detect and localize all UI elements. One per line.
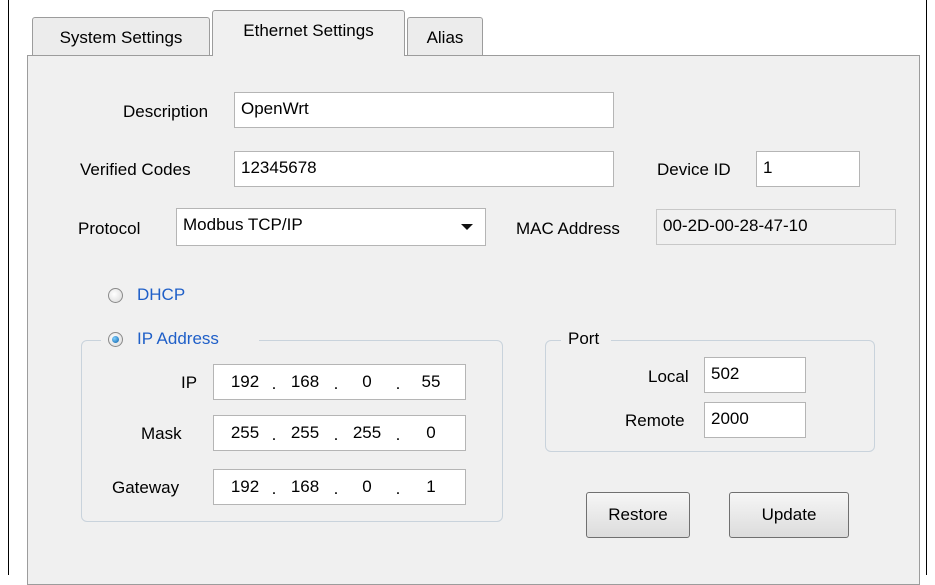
mask-octet-3[interactable]: 255 <box>344 416 390 450</box>
gateway-field[interactable]: 192 . 168 . 0 . 1 <box>213 469 466 505</box>
mac-address-field: 00-2D-00-28-47-10 <box>656 209 896 245</box>
remote-port-label: Remote <box>625 411 685 430</box>
octet-separator: . <box>271 479 277 498</box>
mask-octet-2[interactable]: 255 <box>282 416 328 450</box>
restore-button[interactable]: Restore <box>586 492 690 538</box>
mask-octet-1[interactable]: 255 <box>222 416 268 450</box>
tab-alias[interactable]: Alias <box>407 17 483 56</box>
chevron-down-icon[interactable] <box>461 224 473 230</box>
protocol-select[interactable]: Modbus TCP/IP <box>176 208 486 246</box>
ip-label: IP <box>181 373 198 392</box>
tab-system-settings[interactable]: System Settings <box>32 17 210 56</box>
tab-label: System Settings <box>59 28 183 47</box>
ip-field[interactable]: 192 . 168 . 0 . 55 <box>213 364 466 400</box>
protocol-selected-value: Modbus TCP/IP <box>183 215 303 234</box>
gateway-label: Gateway <box>112 478 180 497</box>
octet-separator: . <box>395 479 401 498</box>
gateway-octet-1[interactable]: 192 <box>222 470 268 504</box>
device-id-field[interactable]: 1 <box>756 151 860 187</box>
octet-separator: . <box>395 425 401 444</box>
mask-field[interactable]: 255 . 255 . 255 . 0 <box>213 415 466 451</box>
local-port-label: Local <box>648 367 689 386</box>
remote-port-field[interactable]: 2000 <box>704 402 806 438</box>
dhcp-radio[interactable] <box>108 288 123 303</box>
octet-separator: . <box>271 374 277 393</box>
description-field[interactable]: OpenWrt <box>234 92 614 128</box>
ip-octet-4[interactable]: 55 <box>406 365 456 399</box>
octet-separator: . <box>333 479 339 498</box>
radio-selected-dot <box>112 336 119 343</box>
device-id-label: Device ID <box>657 160 731 179</box>
protocol-label: Protocol <box>78 219 141 238</box>
tab-label: Alias <box>426 28 464 47</box>
ip-octet-2[interactable]: 168 <box>282 365 328 399</box>
gateway-octet-2[interactable]: 168 <box>282 470 328 504</box>
ip-octet-3[interactable]: 0 <box>344 365 390 399</box>
verified-codes-label: Verified Codes <box>80 160 191 179</box>
ip-octet-1[interactable]: 192 <box>222 365 268 399</box>
tab-bar: System Settings Ethernet Settings Alias <box>20 0 920 56</box>
ethernet-settings-panel: Description OpenWrt Verified Codes 12345… <box>27 55 920 585</box>
local-port-field[interactable]: 502 <box>704 357 806 393</box>
mask-octet-4[interactable]: 0 <box>406 416 456 450</box>
octet-separator: . <box>271 425 277 444</box>
gateway-octet-3[interactable]: 0 <box>344 470 390 504</box>
update-button[interactable]: Update <box>729 492 849 538</box>
tab-ethernet-settings[interactable]: Ethernet Settings <box>212 10 405 56</box>
octet-separator: . <box>333 425 339 444</box>
dhcp-label[interactable]: DHCP <box>137 285 185 305</box>
tab-label: Ethernet Settings <box>243 21 374 40</box>
gateway-octet-4[interactable]: 1 <box>406 470 456 504</box>
verified-codes-field[interactable]: 12345678 <box>234 151 614 187</box>
octet-separator: . <box>333 374 339 393</box>
octet-separator: . <box>395 374 401 393</box>
mac-address-label: MAC Address <box>516 219 620 238</box>
description-label: Description <box>123 102 209 121</box>
ip-address-label[interactable]: IP Address <box>137 329 219 349</box>
mask-label: Mask <box>141 424 182 443</box>
port-title: Port <box>568 329 600 348</box>
ip-address-radio[interactable] <box>108 332 123 347</box>
window-border-right <box>926 0 927 575</box>
window-border-left <box>8 0 9 575</box>
